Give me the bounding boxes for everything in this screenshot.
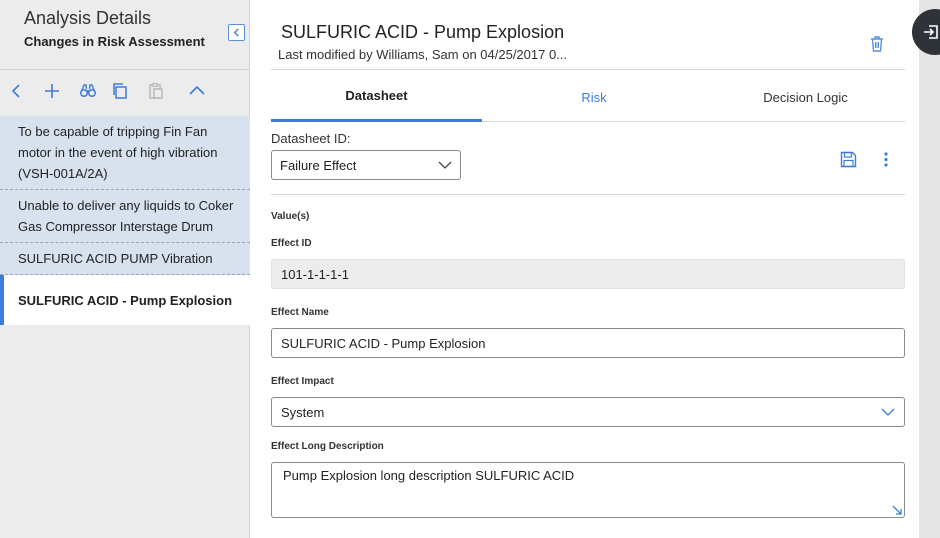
back-button[interactable] xyxy=(6,80,28,102)
effect-impact-select[interactable]: System xyxy=(271,397,905,427)
resize-handle-icon[interactable] xyxy=(892,505,902,515)
chevron-left-icon xyxy=(233,28,239,37)
save-icon[interactable] xyxy=(840,151,857,168)
plus-icon xyxy=(45,84,59,98)
trash-icon[interactable] xyxy=(868,35,886,53)
tab-datasheet[interactable]: Datasheet xyxy=(271,72,482,122)
find-button[interactable] xyxy=(77,80,99,102)
header-divider xyxy=(271,69,905,70)
list-item[interactable]: To be capable of tripping Fin Fan motor … xyxy=(0,116,250,190)
effect-long-description-textarea[interactable]: Pump Explosion long description SULFURIC… xyxy=(271,462,905,518)
datasheet-id-select[interactable]: Failure Effect xyxy=(271,150,461,180)
chevron-up-icon xyxy=(189,85,205,95)
panel-subtitle: Changes in Risk Assessment xyxy=(24,34,205,49)
page-title: SULFURIC ACID - Pump Explosion xyxy=(281,22,565,42)
left-panel-header: Analysis Details Changes in Risk Assessm… xyxy=(0,0,250,70)
chevron-left-icon xyxy=(11,84,20,98)
datasheet-id-label: Datasheet ID: xyxy=(271,131,351,146)
effect-id-value: 101-1-1-1-1 xyxy=(281,266,349,282)
main-panel: SULFURIC ACID - Pump Explosion Last modi… xyxy=(251,0,919,538)
datasheet-id-value: Failure Effect xyxy=(280,157,357,173)
effect-name-value: SULFURIC ACID - Pump Explosion xyxy=(281,335,486,351)
tab-bar: Datasheet Risk Decision Logic xyxy=(271,72,905,122)
copy-button[interactable] xyxy=(109,80,131,102)
section-divider xyxy=(271,194,905,195)
effect-long-description-value: Pump Explosion long description SULFURIC… xyxy=(283,468,575,483)
collapse-up-button[interactable] xyxy=(186,80,208,102)
effect-id-label: Effect ID xyxy=(271,238,312,249)
effect-id-field: 101-1-1-1-1 xyxy=(271,259,905,289)
collapse-panel-button[interactable] xyxy=(228,24,245,41)
more-vertical-icon[interactable] xyxy=(878,151,894,168)
left-panel: Analysis Details Changes in Risk Assessm… xyxy=(0,0,250,538)
list-item[interactable]: Unable to deliver any liquids to Coker G… xyxy=(0,190,250,243)
paste-button[interactable] xyxy=(145,80,167,102)
add-button[interactable] xyxy=(41,80,63,102)
effect-name-input[interactable]: SULFURIC ACID - Pump Explosion xyxy=(271,328,905,358)
panel-title: Analysis Details xyxy=(24,8,152,28)
list-item-selected[interactable]: SULFURIC ACID - Pump Explosion xyxy=(0,275,250,325)
copy-icon xyxy=(113,83,127,99)
sign-in-icon xyxy=(924,25,938,39)
paste-icon xyxy=(149,82,163,99)
effects-list: To be capable of tripping Fin Fan motor … xyxy=(0,116,250,325)
list-item[interactable]: SULFURIC ACID PUMP Vibration xyxy=(0,243,250,275)
effect-impact-value: System xyxy=(281,404,325,420)
scrollbar[interactable] xyxy=(919,0,940,538)
tab-decision-logic[interactable]: Decision Logic xyxy=(706,72,905,122)
effect-impact-label: Effect Impact xyxy=(271,376,334,387)
binoculars-icon xyxy=(79,84,97,98)
values-section-label: Value(s) xyxy=(271,211,310,222)
effect-long-description-label: Effect Long Description xyxy=(271,441,384,452)
last-modified-text: Last modified by Williams, Sam on 04/25/… xyxy=(278,47,568,62)
chevron-down-icon xyxy=(438,161,452,169)
list-toolbar xyxy=(0,72,250,108)
effect-name-label: Effect Name xyxy=(271,307,329,318)
chevron-down-icon xyxy=(881,408,895,416)
tab-risk[interactable]: Risk xyxy=(482,72,706,122)
